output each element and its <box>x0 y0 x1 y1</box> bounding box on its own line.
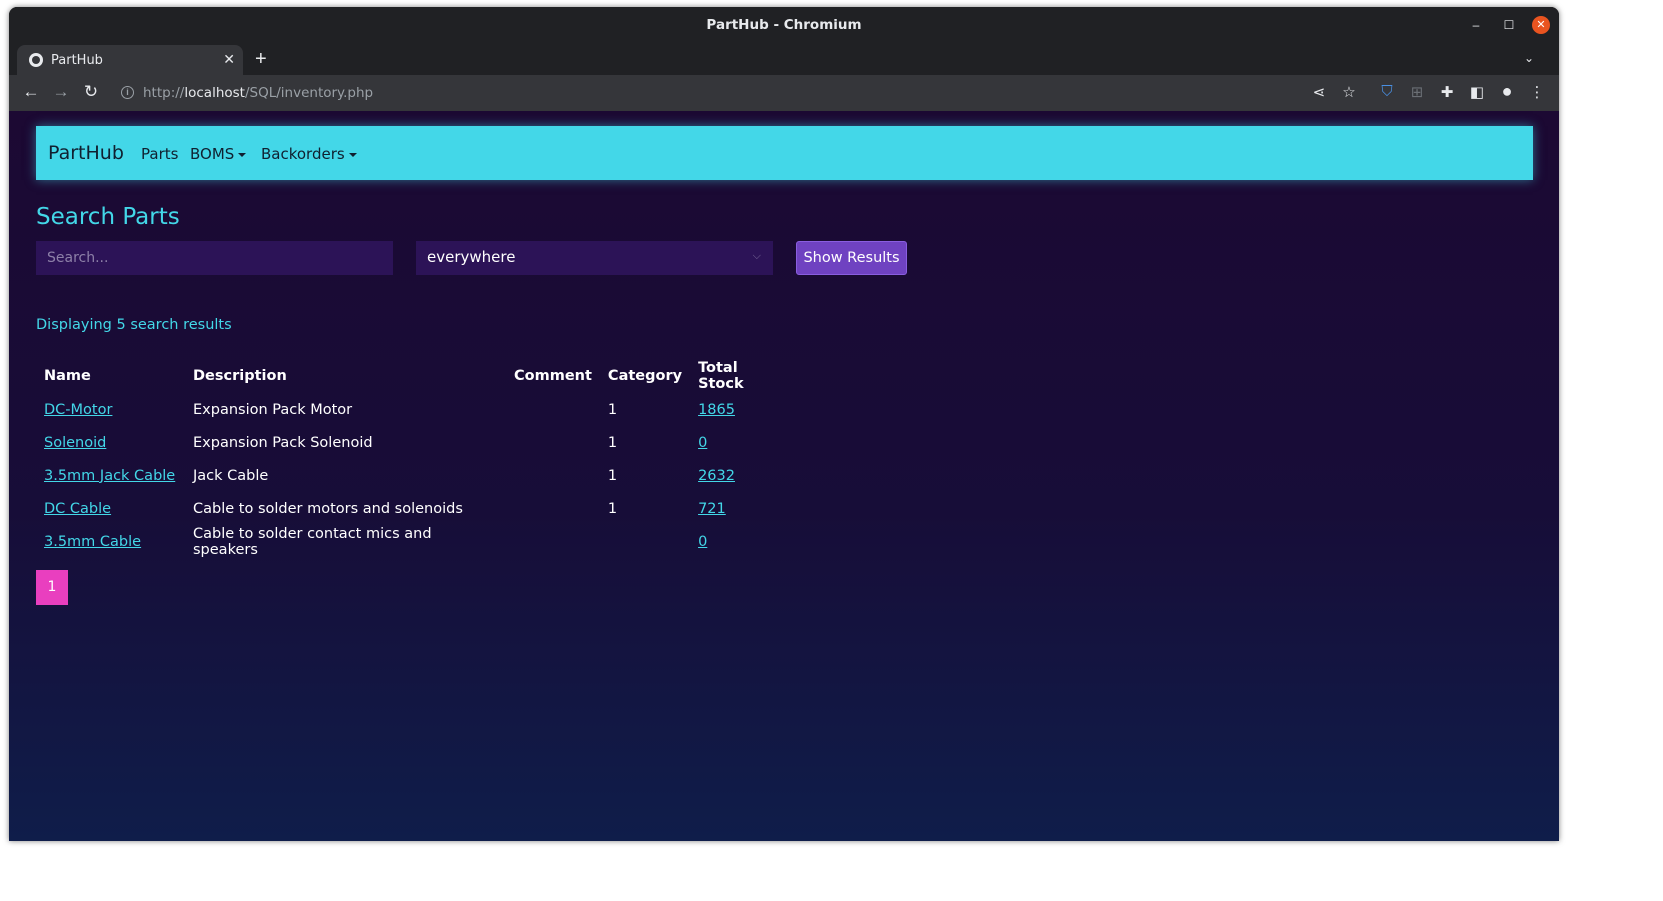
part-name-cell: 3.5mm Jack Cable <box>36 459 185 492</box>
table-row: Solenoid Expansion Pack Solenoid 1 0 <box>36 426 790 459</box>
url-host: localhost <box>184 85 245 101</box>
part-category: 1 <box>607 500 618 517</box>
part-description: Expansion Pack Solenoid <box>193 434 373 451</box>
chevron-down-icon[interactable]: ⌄ <box>1524 51 1534 65</box>
minimize-icon[interactable]: – <box>1467 16 1485 34</box>
part-stock-cell: 721 <box>690 492 790 525</box>
part-name-link[interactable]: DC-Motor <box>44 402 112 418</box>
column-header-category: Category <box>607 368 683 384</box>
part-stock-link[interactable]: 2632 <box>698 468 735 484</box>
part-comment <box>506 492 600 525</box>
part-description: Jack Cable <box>193 467 269 484</box>
tab-close-icon[interactable]: ✕ <box>223 51 235 68</box>
close-icon[interactable]: ✕ <box>1532 16 1550 34</box>
part-stock-link[interactable]: 0 <box>698 534 707 550</box>
results-table: Name Description Comment Category Total … <box>36 359 790 558</box>
share-icon[interactable]: ⋖ <box>1309 83 1329 101</box>
star-icon[interactable]: ☆ <box>1339 83 1359 101</box>
table-header-row: Name Description Comment Category Total … <box>36 359 790 393</box>
column-header-comment: Comment <box>514 368 592 384</box>
part-category: 1 <box>607 401 618 418</box>
nav-boms-label: BOMS <box>190 145 235 163</box>
tab-strip: PartHub ✕ + ⌄ <box>9 43 1559 77</box>
part-stock-cell: 1865 <box>690 393 790 426</box>
tab-title: PartHub <box>51 53 103 68</box>
part-name-link[interactable]: 3.5mm Cable <box>44 534 141 550</box>
maximize-icon[interactable]: ☐ <box>1500 16 1518 34</box>
part-category <box>600 525 690 558</box>
table-row: DC Cable Cable to solder motors and sole… <box>36 492 790 525</box>
table-row: 3.5mm Cable Cable to solder contact mics… <box>36 525 790 558</box>
column-header-name: Name <box>44 368 91 384</box>
part-stock-cell: 2632 <box>690 459 790 492</box>
part-name-link[interactable]: 3.5mm Jack Cable <box>44 468 175 484</box>
search-input[interactable] <box>36 241 393 275</box>
brand-logo[interactable]: PartHub <box>48 142 124 164</box>
browser-toolbar: ← → ↻ i http://localhost/SQL/inventory.p… <box>9 75 1559 111</box>
caret-down-icon <box>238 152 247 157</box>
page-title: Search Parts <box>36 204 180 230</box>
top-navbar: PartHub Parts BOMS Backorders <box>36 126 1533 180</box>
globe-icon <box>29 53 43 67</box>
new-tab-icon[interactable]: + <box>255 48 267 71</box>
pagination-page-button[interactable]: 1 <box>36 570 68 605</box>
part-name-cell: DC Cable <box>36 492 185 525</box>
part-description: Cable to solder motors and solenoids <box>193 500 463 517</box>
back-arrow-icon[interactable]: ← <box>20 82 42 102</box>
part-stock-link[interactable]: 1865 <box>698 402 735 418</box>
part-category: 1 <box>607 467 618 484</box>
part-name-cell: Solenoid <box>36 426 185 459</box>
part-comment <box>506 459 600 492</box>
column-header-total-stock: Total Stock <box>698 360 744 392</box>
info-icon[interactable]: i <box>121 86 134 99</box>
search-scope-value: everywhere <box>427 248 516 266</box>
browser-window: PartHub - Chromium – ☐ ✕ PartHub ✕ + ⌄ ←… <box>9 7 1559 841</box>
part-category: 1 <box>607 434 618 451</box>
nav-link-parts[interactable]: Parts <box>141 145 178 163</box>
url-path: /SQL/inventory.php <box>244 85 374 101</box>
part-name-link[interactable]: Solenoid <box>44 435 106 451</box>
table-row: 3.5mm Jack Cable Jack Cable 1 2632 <box>36 459 790 492</box>
part-stock-link[interactable]: 721 <box>698 501 726 517</box>
browser-tab[interactable]: PartHub ✕ <box>17 45 243 77</box>
part-comment <box>506 525 600 558</box>
forward-arrow-icon[interactable]: → <box>50 82 72 102</box>
search-scope-select[interactable]: everywhere ⌵ <box>416 241 773 275</box>
part-name-cell: DC-Motor <box>36 393 185 426</box>
part-stock-link[interactable]: 0 <box>698 435 707 451</box>
part-comment <box>506 393 600 426</box>
part-stock-cell: 0 <box>690 525 790 558</box>
part-description: Expansion Pack Motor <box>193 401 353 418</box>
part-stock-cell: 0 <box>690 426 790 459</box>
table-row: DC-Motor Expansion Pack Motor 1 1865 <box>36 393 790 426</box>
part-description: Cable to solder contact mics and speaker… <box>193 525 432 558</box>
address-bar[interactable]: http://localhost/SQL/inventory.php <box>143 85 373 101</box>
part-name-cell: 3.5mm Cable <box>36 525 185 558</box>
part-name-link[interactable]: DC Cable <box>44 501 111 517</box>
puzzle-icon[interactable]: ✚ <box>1437 83 1457 101</box>
show-results-button[interactable]: Show Results <box>796 241 907 275</box>
column-header-description: Description <box>193 368 287 384</box>
sidepanel-icon[interactable]: ◧ <box>1467 83 1487 101</box>
grid-icon[interactable]: ⊞ <box>1407 83 1427 101</box>
url-scheme: http:// <box>143 85 185 101</box>
result-count: Displaying 5 search results <box>36 317 232 333</box>
caret-down-icon <box>348 152 357 157</box>
kebab-menu-icon[interactable]: ⋮ <box>1527 83 1547 101</box>
window-title: PartHub - Chromium <box>706 17 862 33</box>
shield-icon[interactable]: ⛉ <box>1377 83 1397 100</box>
part-comment <box>506 426 600 459</box>
nav-dropdown-boms[interactable]: BOMS <box>190 145 247 163</box>
nav-backorders-label: Backorders <box>261 145 345 163</box>
reload-icon[interactable]: ↻ <box>80 82 102 102</box>
page-content: PartHub Parts BOMS Backorders Search Par… <box>9 111 1559 841</box>
nav-dropdown-backorders[interactable]: Backorders <box>261 145 357 163</box>
chevron-down-icon: ⌵ <box>752 249 761 262</box>
title-bar: PartHub - Chromium – ☐ ✕ <box>9 7 1559 43</box>
avatar-icon[interactable]: ● <box>1497 81 1517 102</box>
